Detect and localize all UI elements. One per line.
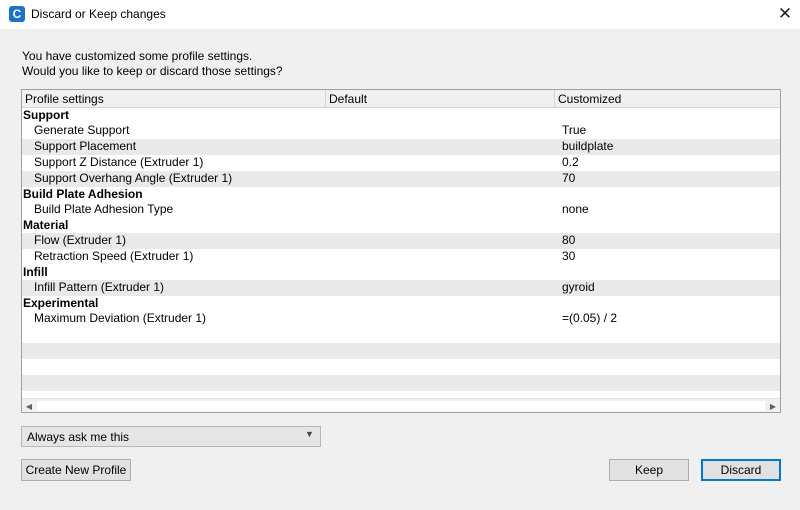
message-line-2: Would you like to keep or discard those … (22, 64, 283, 78)
category-row: Build Plate Adhesion (22, 187, 780, 202)
scroll-right-icon[interactable]: ▶ (766, 399, 780, 412)
horizontal-scrollbar[interactable]: ◀ ▶ (22, 398, 780, 412)
default-value: 100 (327, 233, 348, 247)
empty-row (22, 327, 780, 343)
setting-name: Support Z Distance (Extruder 1) (34, 155, 204, 169)
setting-name: Maximum Deviation (Extruder 1) (34, 311, 207, 325)
customized-value: True (562, 123, 587, 137)
category-label: Infill (23, 265, 48, 279)
category-label: Experimental (23, 296, 99, 310)
table-row[interactable]: Flow (Extruder 1) 100 80 (22, 233, 780, 249)
message-line-1: You have customized some profile setting… (22, 49, 253, 63)
category-label: Build Plate Adhesion (23, 187, 143, 201)
table-row[interactable]: Generate Support True (22, 123, 780, 139)
customized-value: buildplate (562, 139, 614, 153)
customized-value: none (562, 202, 589, 216)
category-row: Experimental (22, 296, 780, 311)
customized-value: 70 (562, 171, 576, 185)
setting-name: Generate Support (34, 123, 130, 137)
empty-row (22, 343, 780, 359)
default-value: everywhere (327, 139, 390, 153)
table-row[interactable]: Build Plate Adhesion Type none (22, 202, 780, 218)
category-label: Support (23, 108, 69, 122)
category-row: Material (22, 218, 780, 233)
scrollbar-thumb[interactable] (37, 401, 765, 411)
column-header-profile-settings[interactable]: Profile settings (22, 90, 326, 108)
table-row[interactable]: Support Overhang Angle (Extruder 1) 50 70 (22, 171, 780, 187)
setting-name: Infill Pattern (Extruder 1) (34, 280, 165, 294)
table-body: Support Generate Support True Support Place… (22, 108, 780, 407)
scroll-left-icon[interactable]: ◀ (22, 399, 36, 412)
empty-row (22, 359, 780, 375)
default-value: grid (327, 280, 348, 294)
setting-name: Retraction Speed (Extruder 1) (34, 249, 194, 263)
customized-value: gyroid (562, 280, 595, 294)
discard-button[interactable]: Discard (701, 459, 781, 481)
table-row[interactable]: Retraction Speed (Extruder 1) 30 (22, 249, 780, 265)
default-value: 50 (327, 171, 341, 185)
customized-value: 0.2 (562, 155, 579, 169)
setting-name: Flow (Extruder 1) (34, 233, 127, 247)
settings-table: Profile settings Default Customized Supp… (21, 89, 781, 413)
category-label: Material (23, 218, 69, 232)
close-icon[interactable]: ✕ (772, 3, 798, 25)
setting-name: Build Plate Adhesion Type (34, 202, 174, 216)
table-row[interactable]: Maximum Deviation (Extruder 1) =(0.05) / … (22, 311, 780, 327)
table-row[interactable]: Support Z Distance (Extruder 1) 0.2 (22, 155, 780, 171)
chevron-down-icon: ▼ (305, 429, 314, 439)
dropdown-selected-value: Always ask me this (27, 430, 130, 444)
keep-button[interactable]: Keep (609, 459, 689, 481)
profile-action-dropdown[interactable]: Always ask me this ▼ (21, 426, 321, 447)
customized-value: =(0.05) / 2 (562, 311, 618, 325)
customized-value: 80 (562, 233, 576, 247)
table-header: Profile settings Default Customized (22, 90, 780, 108)
create-new-profile-button[interactable]: Create New Profile (21, 459, 131, 481)
category-row: Support (22, 108, 780, 123)
table-row[interactable]: Infill Pattern (Extruder 1) grid gyroid (22, 280, 780, 296)
column-header-default[interactable]: Default (326, 90, 555, 108)
app-icon: C (9, 6, 25, 22)
category-row: Infill (22, 265, 780, 280)
message: You have customized some profile setting… (22, 49, 283, 79)
table-row[interactable]: Support Placement everywhere buildplate (22, 139, 780, 155)
empty-row (22, 375, 780, 391)
window-title: Discard or Keep changes (31, 7, 166, 21)
column-header-customized[interactable]: Customized (555, 90, 780, 108)
setting-name: Support Overhang Angle (Extruder 1) (34, 171, 233, 185)
customized-value: 30 (562, 249, 576, 263)
setting-name: Support Placement (34, 139, 137, 153)
title-bar: C Discard or Keep changes ✕ (0, 0, 800, 29)
